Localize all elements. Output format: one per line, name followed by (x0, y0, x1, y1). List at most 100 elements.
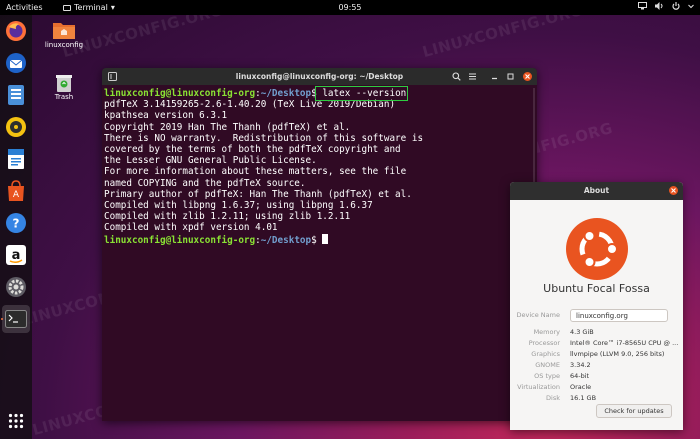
info-row: Disk 16.1 GB (510, 394, 683, 404)
writer-icon (8, 149, 24, 169)
info-key: Virtualization (517, 383, 560, 391)
chevron-down-icon: ▾ (110, 3, 115, 12)
app-menu[interactable]: Terminal ▾ (63, 3, 115, 12)
prompt-dollar: $ (311, 88, 317, 99)
volume-icon (655, 2, 663, 10)
dock-item-terminal[interactable] (2, 305, 30, 333)
terminal-output[interactable]: linuxconfig@linuxconfig-org:~/Desktop$ l… (102, 85, 537, 246)
output-line: pdfTeX 3.14159265-2.6-1.40.20 (TeX Live … (104, 99, 396, 111)
dock-item-files[interactable] (4, 83, 28, 107)
info-value: Oracle (570, 383, 592, 391)
clock[interactable]: 09:55 (335, 3, 365, 12)
terminal-icon (5, 310, 27, 328)
dock-item-rhythmbox[interactable] (4, 115, 28, 139)
output-line: For more information about these matters… (104, 166, 407, 178)
output-line: covered by the terms of both the pdfTeX … (104, 144, 401, 156)
firefox-icon (6, 21, 26, 41)
close-button[interactable] (523, 72, 532, 81)
info-key: GNOME (535, 361, 560, 369)
terminal-icon (63, 4, 71, 11)
software-icon: A (8, 180, 24, 201)
dock-item-thunderbird[interactable] (4, 51, 28, 75)
app-menu-label: Terminal (74, 3, 108, 12)
folder-icon (53, 23, 75, 39)
ubuntu-logo (566, 218, 628, 280)
about-title: About (583, 186, 610, 195)
info-value: 4.3 GiB (570, 328, 594, 336)
show-applications-button[interactable] (4, 409, 28, 433)
help-icon: ? (6, 213, 26, 233)
output-line: Compiled with zlib 1.2.11; using zlib 1.… (104, 211, 351, 223)
info-row: Virtualization Oracle (510, 383, 683, 393)
device-name-label: Device Name (516, 311, 560, 319)
desktop-icon-label: Trash (54, 93, 74, 101)
app-grid-icon (8, 413, 24, 429)
svg-text:?: ? (13, 217, 20, 231)
check-for-updates-button[interactable]: Check for updates (596, 404, 672, 418)
maximize-icon (507, 73, 514, 80)
info-row: Processor Intel® Core™ i7-8565U CPU @ ... (510, 339, 683, 349)
info-key: Disk (546, 394, 560, 402)
output-line: Primary author of pdfTeX: Han The Thanh … (104, 188, 412, 200)
prompt-line: linuxconfig@linuxconfig-org:~/Desktop$ (104, 233, 535, 246)
network-icon (638, 2, 647, 10)
info-value: Intel® Core™ i7-8565U CPU @ ... (570, 339, 679, 347)
prompt-user: linuxconfig@linuxconfig-org (104, 88, 256, 99)
output-line: Compiled with libpng 1.6.37; using libpn… (104, 200, 373, 212)
output-line: Copyright 2019 Han The Thanh (pdfTeX) et… (104, 121, 351, 133)
minimize-icon (492, 77, 497, 80)
dock-item-firefox[interactable] (4, 19, 28, 43)
prompt-dollar: $ (311, 234, 317, 246)
info-row: Memory 4.3 GiB (510, 328, 683, 338)
info-row: Graphics llvmpipe (LLVM 9.0, 256 bits) (510, 350, 683, 360)
output-line: There is NO warranty. Redistribution of … (104, 132, 424, 144)
trash-icon (56, 75, 72, 92)
thunderbird-icon (6, 53, 26, 73)
info-value: 64-bit (570, 372, 590, 380)
menu-button[interactable] (468, 72, 477, 81)
output-line: kpathsea version 6.3.1 (104, 110, 228, 122)
info-key: Processor (528, 339, 560, 347)
device-name-field[interactable]: linuxconfig.org (570, 309, 668, 322)
desktop-icon-home-folder[interactable]: linuxconfig (44, 19, 84, 49)
running-indicator (1, 318, 3, 320)
prompt-path: ~/Desktop (260, 234, 312, 246)
svg-text:A: A (13, 190, 20, 200)
search-icon (452, 72, 461, 81)
maximize-button[interactable] (506, 72, 515, 81)
info-value: llvmpipe (LLVM 9.0, 256 bits) (570, 350, 665, 358)
dock-item-settings[interactable] (4, 275, 28, 299)
terminal-window[interactable]: linuxconfig@linuxconfig-org: ~/Desktop l… (102, 68, 537, 421)
chevron-down-icon (688, 4, 694, 9)
dock-item-software[interactable]: A (4, 179, 28, 203)
info-key: Memory (533, 328, 560, 336)
prompt-path: ~/Desktop (260, 88, 312, 99)
output-line: Compiled with xpdf version 4.01 (104, 222, 278, 234)
about-header[interactable]: About (510, 182, 683, 200)
system-tray[interactable] (638, 2, 694, 10)
minimize-button[interactable] (490, 72, 499, 81)
command-text: latex --version (314, 86, 409, 101)
activities-button[interactable]: Activities (6, 3, 43, 12)
info-key: OS type (534, 372, 560, 380)
about-window[interactable]: About Ubuntu Focal Fossa Device Name lin… (510, 182, 683, 430)
dock: A ? a (0, 15, 32, 439)
hamburger-menu-icon (469, 73, 476, 80)
close-icon (525, 74, 530, 79)
terminal-header[interactable]: linuxconfig@linuxconfig-org: ~/Desktop (102, 68, 537, 85)
close-button[interactable] (669, 186, 678, 195)
dock-item-amazon[interactable]: a (4, 243, 28, 267)
search-button[interactable] (452, 72, 461, 81)
prompt-user: linuxconfig@linuxconfig-org (104, 234, 256, 246)
command-line: linuxconfig@linuxconfig-org:~/Desktop$ l… (104, 86, 535, 101)
info-key: Graphics (531, 350, 560, 358)
text-cursor (322, 233, 329, 244)
top-bar: Activities Terminal ▾ 09:55 (0, 0, 700, 15)
dock-item-writer[interactable] (4, 147, 28, 171)
info-value: 16.1 GB (570, 394, 597, 402)
power-icon (672, 2, 680, 10)
os-name: Ubuntu Focal Fossa (543, 282, 650, 295)
dock-item-help[interactable]: ? (4, 211, 28, 235)
desktop-icon-trash[interactable]: Trash (44, 73, 84, 101)
files-icon (8, 85, 24, 105)
